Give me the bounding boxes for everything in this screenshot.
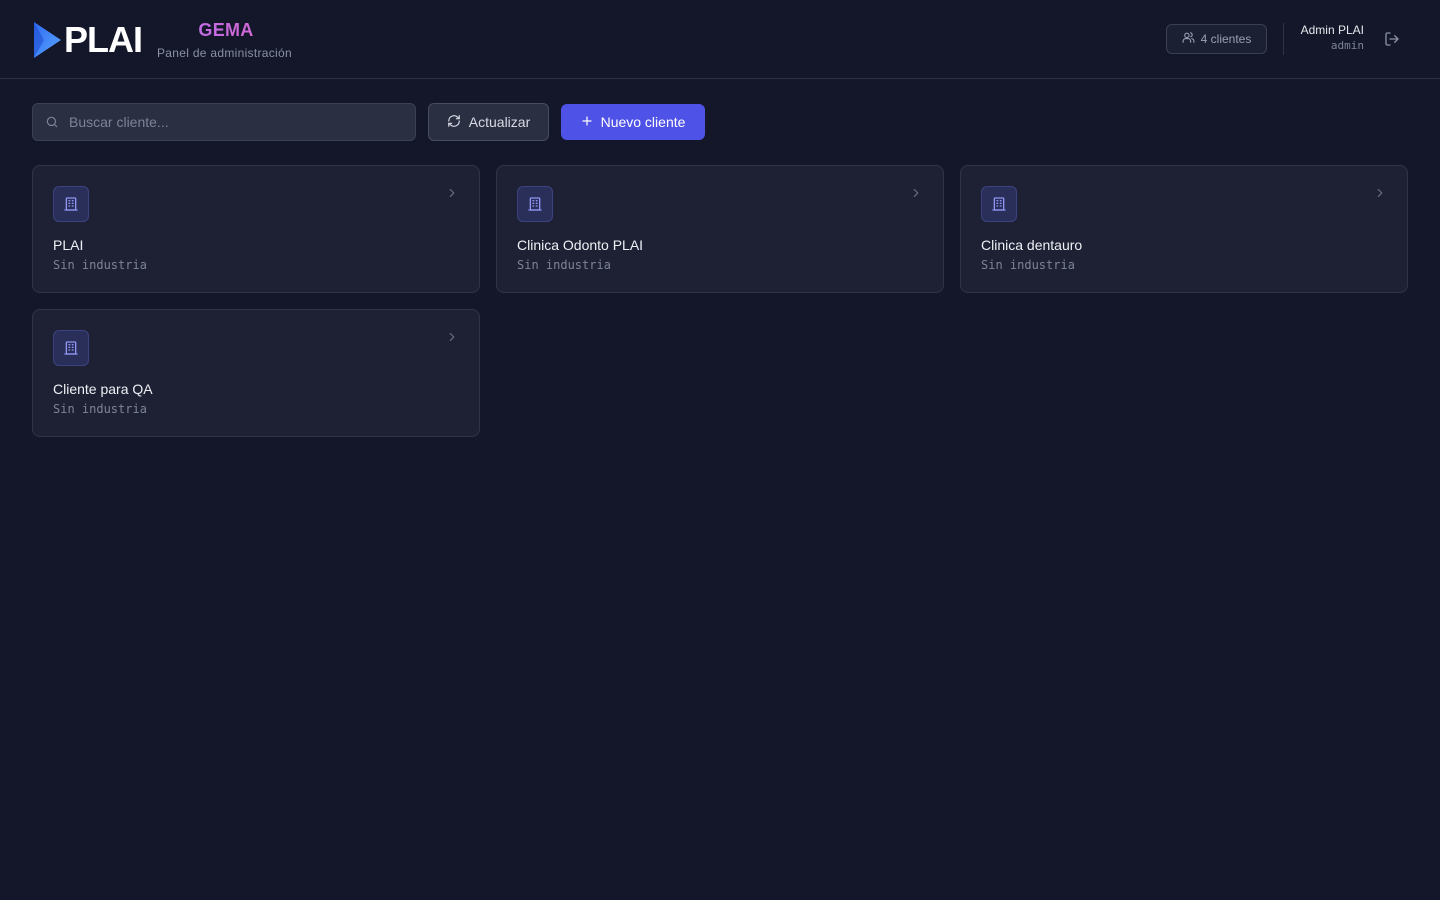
plus-icon xyxy=(581,114,593,130)
client-industry: Sin industria xyxy=(517,258,611,272)
building-icon xyxy=(517,186,553,222)
client-name: PLAI xyxy=(53,237,84,253)
search-box[interactable] xyxy=(32,103,416,141)
brand-subtitle: Panel de administración xyxy=(157,46,292,60)
user-role: admin xyxy=(1330,39,1364,52)
chevron-right-icon xyxy=(1373,186,1387,200)
building-icon xyxy=(53,330,89,366)
client-name: Cliente para QA xyxy=(53,381,153,397)
refresh-button[interactable]: Actualizar xyxy=(428,103,549,141)
brand-title: GEMA xyxy=(157,19,295,41)
building-icon xyxy=(981,186,1017,222)
building-icon xyxy=(53,186,89,222)
client-name: Clinica dentauro xyxy=(981,237,1083,253)
client-name: Clinica Odonto PLAI xyxy=(517,237,644,253)
user-info: Admin PLAI admin xyxy=(1301,22,1364,54)
new-client-label: Nuevo cliente xyxy=(600,114,686,130)
logo[interactable]: PLAI xyxy=(32,19,143,60)
search-icon xyxy=(45,115,59,129)
brand: GEMA Panel de administración xyxy=(157,19,295,61)
client-industry: Sin industria xyxy=(53,258,147,272)
client-industry: Sin industria xyxy=(981,258,1075,272)
clients-count-badge: 4 clientes xyxy=(1166,24,1267,54)
client-card[interactable]: Clinica dentauro Sin industria xyxy=(960,165,1408,293)
header: PLAI GEMA Panel de administración 4 clie… xyxy=(0,0,1440,79)
client-industry: Sin industria xyxy=(53,402,147,416)
client-card[interactable]: PLAI Sin industria xyxy=(32,165,480,293)
new-client-button[interactable]: Nuevo cliente xyxy=(561,104,705,140)
clients-count-label: 4 clientes xyxy=(1200,32,1252,46)
logout-icon[interactable] xyxy=(1384,31,1400,47)
search-input[interactable] xyxy=(69,114,415,130)
refresh-icon xyxy=(447,114,461,131)
play-triangle-icon xyxy=(32,21,62,59)
header-divider xyxy=(1283,23,1284,55)
chevron-right-icon xyxy=(445,330,459,344)
client-card[interactable]: Clinica Odonto PLAI Sin industria xyxy=(496,165,944,293)
user-name: Admin PLAI xyxy=(1300,23,1364,37)
refresh-label: Actualizar xyxy=(468,114,531,130)
chevron-right-icon xyxy=(445,186,459,200)
users-icon xyxy=(1182,31,1195,47)
logo-text: PLAI xyxy=(64,19,143,60)
chevron-right-icon xyxy=(909,186,923,200)
client-card[interactable]: Cliente para QA Sin industria xyxy=(32,309,480,437)
